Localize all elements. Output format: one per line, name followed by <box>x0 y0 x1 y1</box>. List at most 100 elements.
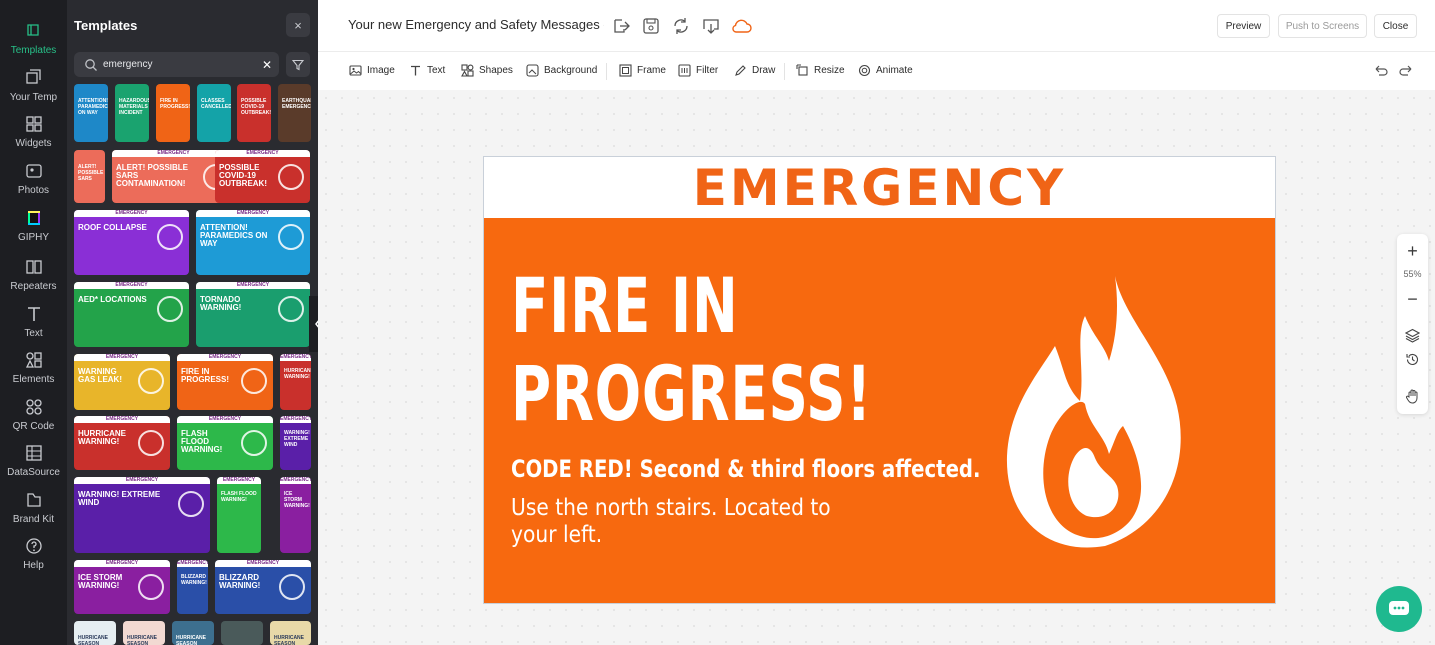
animate-tool[interactable]: Animate <box>858 64 913 77</box>
slide-header-band[interactable]: EMERGENCY <box>484 157 1275 218</box>
template-thumbnail[interactable]: EMERGENCY WARNING! EXTREME WIND <box>74 477 210 553</box>
thumbnail-text: CLASSES CANCELLED! <box>201 98 231 110</box>
template-thumbnail[interactable]: POSSIBLE COVID-19 OUTBREAK! <box>237 84 271 142</box>
template-thumbnail[interactable]: EMERGENCY WARNING! EXTREME WIND <box>280 416 311 470</box>
clear-search-icon[interactable]: ✕ <box>260 52 274 77</box>
headline-line-1[interactable]: FIRE IN <box>511 262 872 350</box>
template-thumbnail[interactable]: HURRICANE SEASON <box>123 621 165 645</box>
thumbnail-text: FLASH FLOOD WARNING! <box>221 491 257 503</box>
thumbnail-text: FIRE IN PROGRESS! <box>181 367 230 384</box>
share-icon[interactable] <box>611 16 631 36</box>
rail-item-text[interactable]: Text <box>0 303 67 349</box>
thumbnail-band: EMERGENCY <box>215 560 311 567</box>
draw-tool[interactable]: Draw <box>734 64 775 77</box>
rail-item-photos[interactable]: Photos <box>0 160 67 206</box>
code-red-text[interactable]: CODE RED! Second & third floors affected… <box>511 455 981 483</box>
layers-button[interactable] <box>1397 327 1428 343</box>
rail-item-templates[interactable]: Templates <box>0 20 67 66</box>
push-to-screens-button[interactable]: Push to Screens <box>1278 14 1367 38</box>
history-button[interactable] <box>1397 351 1428 367</box>
emergency-slide[interactable]: EMERGENCY FIRE IN PROGRESS! CODE RED! Se… <box>483 156 1276 604</box>
filter-tool[interactable]: Filter <box>678 64 718 77</box>
zoom-out-button[interactable]: − <box>1397 289 1428 309</box>
template-thumbnail[interactable]: EMERGENCY WARNING GAS LEAK! <box>74 354 170 410</box>
preview-button[interactable]: Preview <box>1217 14 1270 38</box>
template-thumbnail[interactable]: EMERGENCY ATTENTION! PARAMEDICS ON WAY <box>196 210 310 275</box>
thumbnail-graphic-icon <box>178 491 204 517</box>
rail-item-your-temp[interactable]: Your Temp <box>0 67 67 113</box>
rail-item-label: Widgets <box>15 138 52 149</box>
template-thumbnail[interactable]: HURRICANE SEASON <box>74 621 116 645</box>
template-thumbnail[interactable]: EARTHQUAKE EMERGENCY! <box>278 84 311 142</box>
background-tool-label: Background <box>544 65 598 76</box>
template-thumbnail[interactable]: CLASSES CANCELLED! <box>197 84 231 142</box>
template-thumbnail[interactable]: EMERGENCY AED* LOCATIONS <box>74 282 189 347</box>
redo-icon[interactable] <box>1398 64 1414 80</box>
slide-headline[interactable]: FIRE IN PROGRESS! <box>511 262 872 438</box>
rail-item-giphy[interactable]: GIPHY <box>0 207 67 253</box>
template-thumbnail[interactable]: ALERT! POSSIBLE SARS <box>74 150 105 203</box>
template-thumbnail[interactable]: HAZARDOUS MATERIALS INCIDENT <box>115 84 149 142</box>
search-input[interactable] <box>103 59 243 70</box>
template-thumbnail[interactable]: EMERGENCY ICE STORM WARNING! <box>280 477 311 553</box>
rail-item-qr-code[interactable]: QR Code <box>0 396 67 442</box>
zoom-in-button[interactable]: + <box>1397 241 1428 261</box>
search-icon <box>85 58 97 71</box>
rail-item-elements[interactable]: Elements <box>0 349 67 395</box>
template-thumbnail[interactable]: EMERGENCY HURRICANE WARNING! <box>74 416 170 470</box>
template-thumbnail[interactable]: EMERGENCY BLIZZARD WARNING! <box>177 560 208 614</box>
toolbar-divider <box>606 63 607 80</box>
template-thumbnail[interactable]: EMERGENCY BLIZZARD WARNING! <box>215 560 311 614</box>
template-thumbnail[interactable]: FIRE IN PROGRESS! <box>156 84 190 142</box>
image-tool[interactable]: Image <box>349 64 395 77</box>
instructions-text[interactable]: Use the north stairs. Located to your le… <box>511 495 863 549</box>
frame-tool[interactable]: Frame <box>619 64 666 77</box>
template-thumbnail[interactable]: EMERGENCY POSSIBLE COVID-19 OUTBREAK! <box>215 150 310 203</box>
sync-icon[interactable] <box>671 16 691 36</box>
resize-tool[interactable]: Resize <box>796 64 845 77</box>
filter-button[interactable] <box>286 52 310 77</box>
template-thumbnail[interactable]: EMERGENCY FLASH FLOOD WARNING! <box>217 477 261 553</box>
rail-item-label: Your Temp <box>9 92 58 103</box>
template-thumbnail[interactable]: EMERGENCY HURRICANE WARNING! <box>280 354 311 410</box>
template-thumbnail[interactable]: HURRICANE SEASON <box>270 621 311 645</box>
thumbnail-band: EMERGENCY <box>177 560 208 567</box>
thumbnail-graphic-icon <box>278 296 304 322</box>
template-thumbnail[interactable]: EMERGENCY FLASH FLOOD WARNING! <box>177 416 273 470</box>
rail-item-help[interactable]: Help <box>0 535 67 581</box>
template-search[interactable]: ✕ <box>74 52 279 77</box>
template-thumbnail[interactable] <box>221 621 263 645</box>
photos-icon <box>25 162 43 180</box>
close-button[interactable]: Close <box>1374 14 1417 38</box>
template-thumbnail[interactable]: HURRICANE SEASON <box>172 621 214 645</box>
template-thumbnail[interactable]: ATTENTION! PARAMEDICS ON WAY <box>74 84 108 142</box>
text-tool[interactable]: Text <box>409 64 445 77</box>
rail-item-repeaters[interactable]: Repeaters <box>0 256 67 302</box>
rail-item-brand-kit[interactable]: Brand Kit <box>0 489 67 535</box>
headline-line-2[interactable]: PROGRESS! <box>511 350 872 438</box>
rail-item-datasource[interactable]: DataSource <box>0 442 67 488</box>
pan-button[interactable] <box>1397 387 1428 405</box>
thumbnail-text: POSSIBLE COVID-19 OUTBREAK! <box>241 98 271 116</box>
template-thumbnail[interactable]: EMERGENCY ROOF COLLAPSE <box>74 210 189 275</box>
chat-button[interactable] <box>1376 586 1422 632</box>
template-thumbnail[interactable]: EMERGENCY FIRE IN PROGRESS! <box>177 354 273 410</box>
cloud-icon[interactable] <box>730 16 752 36</box>
thumbnail-text: FIRE IN PROGRESS! <box>160 98 190 110</box>
thumbnail-graphic-icon <box>241 368 267 394</box>
shapes-tool[interactable]: Shapes <box>461 64 513 77</box>
text-icon <box>25 305 43 323</box>
panel-close-button[interactable]: × <box>286 13 310 37</box>
rail-item-widgets[interactable]: Widgets <box>0 113 67 159</box>
template-thumbnail[interactable]: EMERGENCY TORNADO WARNING! <box>196 282 310 347</box>
undo-icon[interactable] <box>1373 64 1389 80</box>
save-icon[interactable] <box>641 16 661 36</box>
background-tool[interactable]: Background <box>526 64 597 77</box>
document-title[interactable]: Your new Emergency and Safety Messages d… <box>348 17 604 32</box>
template-thumbnail[interactable]: EMERGENCY ICE STORM WARNING! <box>74 560 170 614</box>
flame-icon[interactable] <box>1005 276 1187 548</box>
slide-header-text[interactable]: EMERGENCY <box>693 159 1067 217</box>
thumbnail-band: EMERGENCY <box>74 477 210 484</box>
download-icon[interactable] <box>701 16 721 36</box>
thumbnail-band: EMERGENCY <box>74 560 170 567</box>
